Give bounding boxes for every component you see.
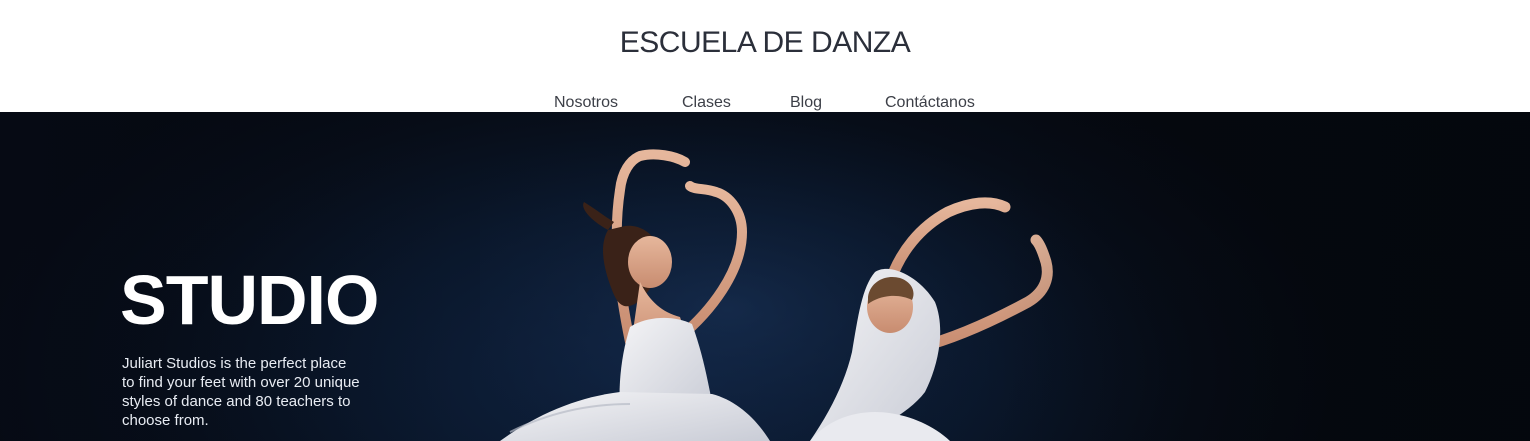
nav-item-contactanos[interactable]: Contáctanos (885, 92, 975, 114)
page: ESCUELA DE DANZA Nosotros Clases Blog Co… (0, 0, 1530, 441)
hero-description: Juliart Studios is the perfect place to … (122, 355, 360, 429)
hero-heading: STUDIO (120, 261, 379, 339)
site-title[interactable]: ESCUELA DE DANZA (0, 26, 1530, 60)
site-header: ESCUELA DE DANZA Nosotros Clases Blog Co… (0, 0, 1530, 112)
nav-item-blog[interactable]: Blog (790, 92, 822, 114)
nav-item-clases[interactable]: Clases (682, 92, 731, 114)
main-nav: Nosotros Clases Blog Contáctanos (0, 92, 1530, 112)
hero-section: STUDIO Juliart Studios is the perfect pl… (0, 112, 1530, 441)
nav-item-nosotros[interactable]: Nosotros (554, 92, 618, 114)
